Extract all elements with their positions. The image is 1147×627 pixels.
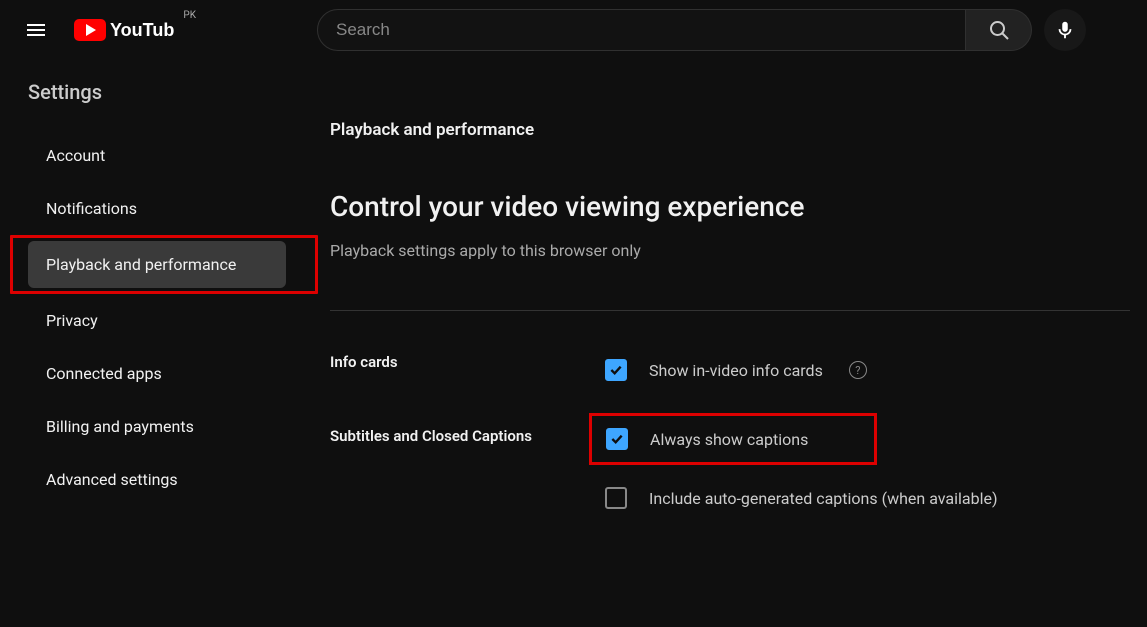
always-show-captions-checkbox[interactable]: [606, 428, 628, 450]
info-cards-checkbox[interactable]: [605, 359, 627, 381]
sidebar-item-account[interactable]: Account: [28, 132, 286, 179]
highlight-playback-item: Playback and performance: [10, 235, 318, 294]
sidebar-item-privacy[interactable]: Privacy: [28, 297, 286, 344]
page-heading: Control your video viewing experience: [330, 190, 1147, 223]
search-button[interactable]: [966, 9, 1032, 51]
country-code-badge: PK: [183, 10, 196, 21]
hamburger-menu-button[interactable]: [16, 10, 56, 50]
help-icon[interactable]: ?: [849, 361, 867, 379]
youtube-logo-icon: YouTube: [74, 18, 174, 42]
captions-label: Subtitles and Closed Captions: [330, 425, 605, 517]
check-icon: [609, 431, 625, 447]
microphone-icon: [1054, 19, 1076, 41]
voice-search-button[interactable]: [1044, 9, 1086, 51]
search-input[interactable]: [317, 9, 966, 51]
setting-row-captions: Subtitles and Closed Captions Always sho…: [330, 425, 1147, 517]
main-content: Playback and performance Control your vi…: [300, 60, 1147, 553]
setting-row-info-cards: Info cards Show in-video info cards ?: [330, 351, 1147, 389]
youtube-logo[interactable]: YouTube PK: [74, 18, 174, 42]
option-auto-captions: Include auto-generated captions (when av…: [605, 479, 1147, 517]
sidebar-item-advanced[interactable]: Advanced settings: [28, 456, 286, 503]
auto-captions-checkbox[interactable]: [605, 487, 627, 509]
search-container: [317, 9, 1032, 51]
option-info-cards: Show in-video info cards ?: [605, 351, 1147, 389]
section-title: Playback and performance: [330, 120, 1147, 140]
search-area: [272, 9, 1131, 51]
info-cards-option-label: Show in-video info cards: [649, 361, 823, 380]
sidebar-item-connected-apps[interactable]: Connected apps: [28, 350, 286, 397]
page-subheading: Playback settings apply to this browser …: [330, 241, 1147, 260]
search-icon: [987, 18, 1011, 42]
svg-text:YouTube: YouTube: [110, 20, 174, 40]
sidebar-item-notifications[interactable]: Notifications: [28, 185, 286, 232]
highlight-always-show-captions: Always show captions: [589, 413, 877, 465]
check-icon: [608, 362, 624, 378]
always-show-captions-label: Always show captions: [650, 430, 808, 449]
settings-sidebar: Settings Account Notifications Playback …: [0, 60, 300, 553]
menu-icon: [24, 18, 48, 42]
info-cards-label: Info cards: [330, 351, 605, 389]
sidebar-item-playback[interactable]: Playback and performance: [28, 241, 286, 288]
app-header: YouTube PK: [0, 0, 1147, 60]
section-divider: [330, 310, 1130, 311]
auto-captions-label: Include auto-generated captions (when av…: [649, 489, 998, 508]
sidebar-title: Settings: [28, 80, 300, 104]
sidebar-item-billing[interactable]: Billing and payments: [28, 403, 286, 450]
